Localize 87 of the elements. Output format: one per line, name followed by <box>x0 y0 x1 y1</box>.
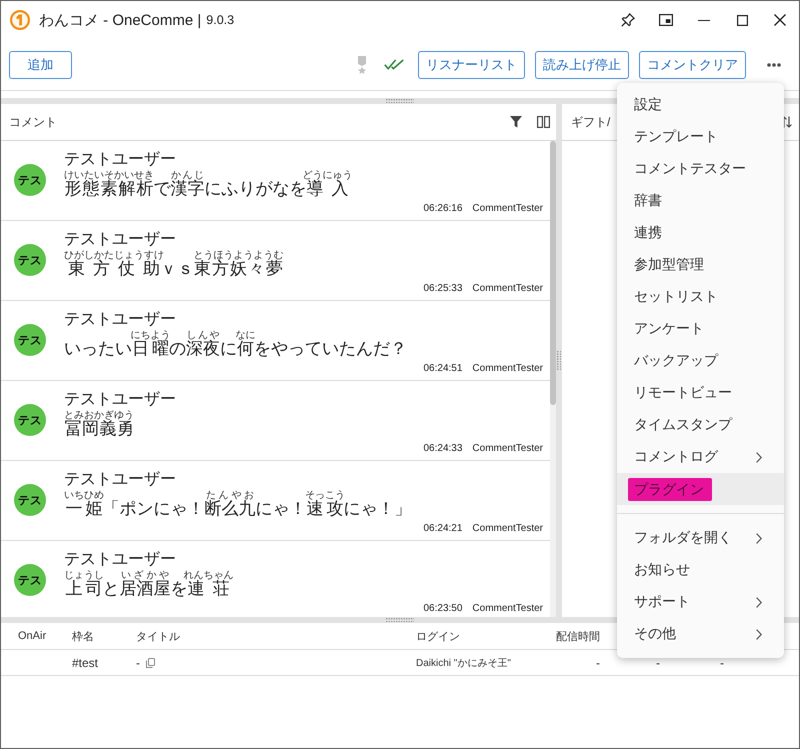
comment-text: いったい 日曜 にちよう の深夜 しんや に何 なに をやっていたんだ？ <box>64 330 407 359</box>
menu-item[interactable]: 辞書 <box>617 185 784 217</box>
menu-item[interactable]: コメントテスター <box>617 153 784 185</box>
user-name: テストユーザー <box>64 470 176 490</box>
copy-icon[interactable] <box>146 658 155 668</box>
comment-text: 一姫 いちひめ 「ポンにゃ！断么九 たんやお にゃ！速攻 そっこう にゃ！」 <box>64 490 412 519</box>
scrollbar-thumb[interactable] <box>550 141 556 405</box>
menu-item[interactable]: 連携 <box>617 217 784 249</box>
columns-icon[interactable] <box>537 116 550 128</box>
user-name: テストユーザー <box>64 230 176 250</box>
sort-icon[interactable] <box>781 116 792 128</box>
grip-icon <box>556 351 562 370</box>
table-cell: - <box>596 656 600 670</box>
table-cell: - <box>720 656 724 670</box>
table-cell: - <box>136 656 140 670</box>
menu-item[interactable]: 設定 <box>617 89 784 121</box>
menu-item[interactable]: テンプレート <box>617 121 784 153</box>
more-icon <box>767 62 781 66</box>
comment-text: 形態素解析 けいたいそかいせき で漢字 かんじ にふりがなを導入 どうにゅう <box>64 170 352 199</box>
user-avatar: テス <box>14 244 46 276</box>
menu-item[interactable]: バックアップ <box>617 345 784 377</box>
comment-source: CommentTester <box>472 443 543 455</box>
column-header: 枠名 <box>72 630 94 644</box>
user-avatar: テス <box>14 484 46 516</box>
comment-source: CommentTester <box>472 603 543 615</box>
picture-in-picture-icon <box>659 14 673 26</box>
column-header: OnAir <box>18 630 46 642</box>
table-cell: - <box>656 656 660 670</box>
panel-title: ギフト/ <box>571 114 610 130</box>
comment-time: 06:25:33 <box>423 283 462 295</box>
comment-source: CommentTester <box>472 363 543 375</box>
menu-item[interactable]: フォルダを開く <box>617 522 784 554</box>
menu-item[interactable]: セットリスト <box>617 281 784 313</box>
comment-source: CommentTester <box>472 283 543 295</box>
add-button[interactable]: 追加 <box>9 50 72 78</box>
window-title: わんコメ - OneComme | <box>39 10 202 30</box>
toolbar-button[interactable]: コメントクリア <box>639 50 746 78</box>
column-header: タイトル <box>136 630 180 644</box>
toolbar-button[interactable]: リスナーリスト <box>418 50 525 78</box>
grip-icon <box>386 98 414 104</box>
chevron-right-icon <box>756 532 762 544</box>
comment-text: 東方仗助 ひがしかたじょうすけ ｖｓ 東方妖々夢 とうほうようようむ <box>64 250 284 279</box>
maximize-icon <box>736 14 748 26</box>
user-name: テストユーザー <box>64 390 176 410</box>
version-label: 9.0.3 <box>206 13 234 27</box>
close-icon <box>774 14 786 26</box>
chevron-right-icon <box>756 452 762 462</box>
comment-source: CommentTester <box>472 523 543 535</box>
toolbar-button[interactable]: 読み上げ停止 <box>535 50 629 78</box>
menu-item[interactable]: リモートビュー <box>617 377 784 409</box>
user-avatar: テス <box>14 324 46 356</box>
comment-time: 06:24:21 <box>423 523 462 535</box>
user-avatar: テス <box>14 564 46 596</box>
chevron-right-icon <box>756 596 762 608</box>
user-name: テストユーザー <box>64 310 176 330</box>
menu-item[interactable]: お知らせ <box>617 554 784 586</box>
comment-source: CommentTester <box>472 203 543 215</box>
comment-text: 冨岡義勇 とみおかぎゆう <box>64 410 134 439</box>
comment-time: 06:24:33 <box>423 443 462 455</box>
double-check-icon <box>384 59 404 70</box>
column-header: 配信時間 <box>556 630 600 644</box>
table-cell: #test <box>72 656 98 670</box>
menu-item[interactable]: タイムスタンプ <box>617 409 784 441</box>
medal-icon <box>356 56 368 74</box>
panel-title: コメント <box>9 114 57 130</box>
menu-item[interactable]: 参加型管理 <box>617 249 784 281</box>
comment-text: 上司 じょうし と 居酒屋 いざかや を連荘 れんちゃん <box>64 570 234 599</box>
menu-item[interactable]: コメントログ <box>617 441 784 473</box>
app-logo-icon <box>10 10 30 30</box>
comment-time: 06:24:51 <box>423 363 462 375</box>
menu-item[interactable]: プラグイン <box>617 473 784 505</box>
scrollbar[interactable] <box>550 141 556 617</box>
user-avatar: テス <box>14 404 46 436</box>
menu-item[interactable]: サポート <box>617 586 784 618</box>
chevron-right-icon <box>756 628 762 640</box>
menu-item[interactable]: その他 <box>617 618 784 650</box>
filter-icon[interactable] <box>510 116 522 128</box>
user-name: テストユーザー <box>64 550 176 570</box>
table-cell-text: Daikichi "かにみそ王" <box>416 656 511 670</box>
user-name: テストユーザー <box>64 150 176 170</box>
comment-time: 06:23:50 <box>423 603 462 615</box>
comment-time: 06:26:16 <box>423 203 462 215</box>
column-header: ログイン <box>416 630 460 644</box>
menu-item[interactable]: アンケート <box>617 313 784 345</box>
grip-icon <box>386 618 414 622</box>
user-avatar: テス <box>14 164 46 196</box>
pin-icon <box>621 13 635 27</box>
